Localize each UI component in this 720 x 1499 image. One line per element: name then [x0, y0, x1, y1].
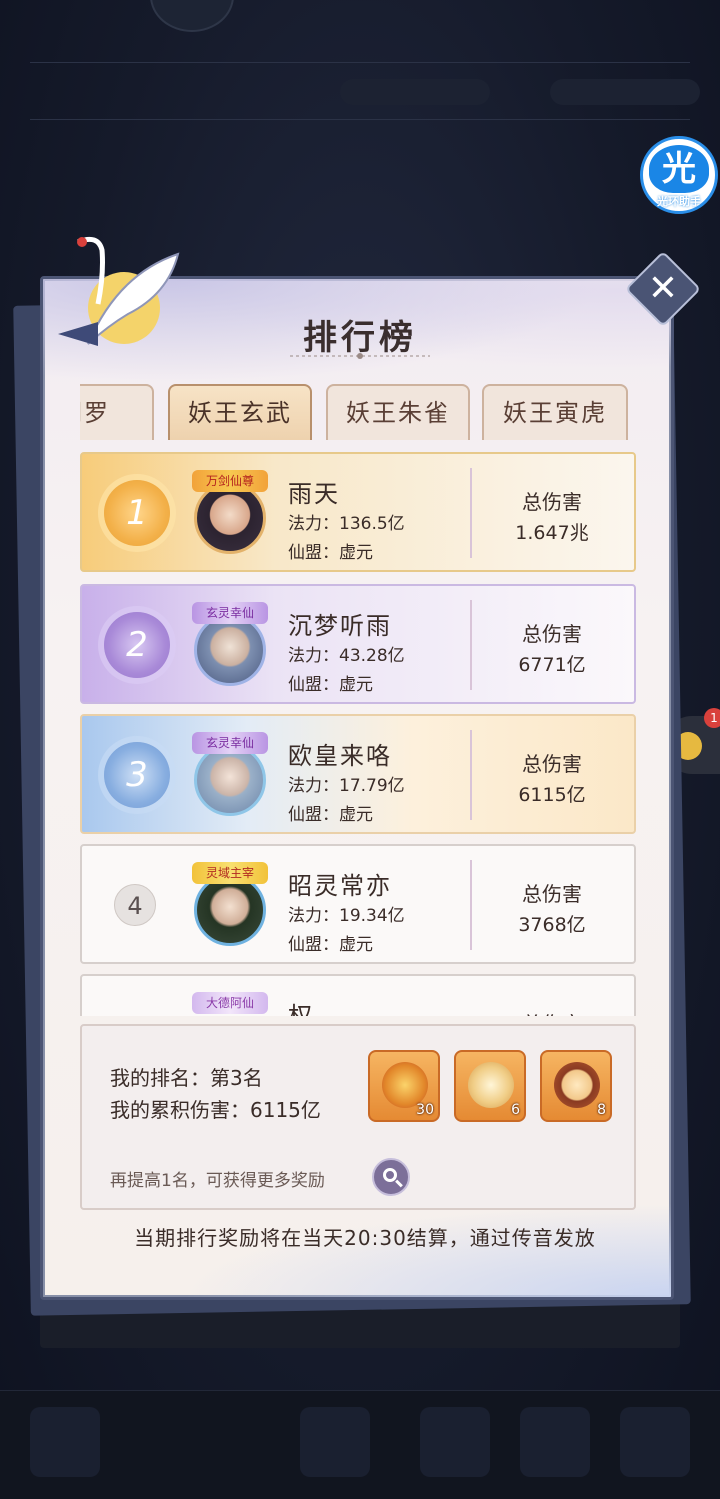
background-bottom-bar [0, 1390, 720, 1499]
row-divider [470, 468, 472, 558]
reward-item-1[interactable]: 30 [368, 1050, 440, 1122]
player-name: 昭灵常亦 [288, 872, 392, 900]
damage-label: 总伤害 [522, 622, 582, 646]
player-name: 沉梦听雨 [288, 612, 392, 640]
rank-medal-bronze: 3 [104, 742, 170, 808]
reward-item-2[interactable]: 6 [454, 1050, 526, 1122]
player-guild: 仙盟：虚元 [288, 805, 373, 825]
helper-label: 光环助手 [657, 195, 701, 208]
settlement-note: 当期排行奖励将在当天20:30结算，通过传音发放 [134, 1226, 596, 1250]
my-damage-text: 我的累积伤害：6115亿 [110, 1098, 321, 1122]
player-name: 欧皇来咯 [288, 742, 392, 770]
player-guild: 仙盟：虚元 [288, 543, 373, 563]
background-resource-pill [340, 79, 490, 105]
damage-value: 6771亿 [518, 654, 586, 676]
reward-item-3[interactable]: 8 [540, 1050, 612, 1122]
damage-label: 总伤害 [522, 752, 582, 776]
player-power: 法力：43.28亿 [288, 646, 405, 666]
tab-yinhu[interactable]: 妖王寅虎 [482, 384, 628, 440]
tab-yanluo[interactable]: 阎罗 [80, 384, 154, 440]
search-icon [383, 1168, 397, 1182]
player-name: 权 [288, 1002, 314, 1016]
rank-medal-gold: 1 [104, 480, 170, 546]
title-badge: 玄灵幸仙 [192, 602, 268, 624]
player-avatar[interactable]: 万剑仙尊 [192, 464, 268, 560]
helper-floating-button[interactable]: 光 光环助手 [640, 136, 718, 214]
reward-count: 6 [511, 1102, 520, 1118]
rank-number: 4 [114, 884, 156, 926]
avatar-portrait [194, 744, 266, 816]
player-avatar[interactable]: 玄灵幸仙 [192, 726, 268, 822]
player-power: 法力：19.34亿 [288, 906, 405, 926]
damage-label: 总伤害 [522, 490, 582, 514]
player-avatar[interactable]: 玄灵幸仙 [192, 596, 268, 692]
jade-scroll-icon [468, 1062, 514, 1108]
player-avatar[interactable]: 灵域主宰 [192, 856, 268, 952]
avatar-portrait [194, 482, 266, 554]
ranking-row-5[interactable]: 大德阿仙 权 总伤害 [80, 974, 636, 1016]
ranking-row-1[interactable]: 1 万剑仙尊 雨天 法力：136.5亿 仙盟：虚元 总伤害 1.647兆 [80, 452, 636, 572]
helper-icon: 光 [649, 145, 709, 193]
ranking-row-4[interactable]: 4 灵域主宰 昭灵常亦 法力：19.34亿 仙盟：虚元 总伤害 3768亿 [80, 844, 636, 964]
rank-medal-silver: 2 [104, 612, 170, 678]
avatar-portrait [194, 874, 266, 946]
player-name: 雨天 [288, 480, 340, 508]
player-avatar[interactable]: 大德阿仙 [192, 986, 268, 1016]
damage-label: 总伤害 [482, 1008, 622, 1016]
rank-up-tip: 再提高1名，可获得更多奖励 [110, 1171, 325, 1191]
title-badge: 万剑仙尊 [192, 470, 268, 492]
damage-value: 6115亿 [518, 784, 586, 806]
avatar-portrait [194, 614, 266, 686]
mirror-artifact-icon [554, 1062, 600, 1108]
row-divider [470, 600, 472, 690]
background-titlebar [30, 62, 700, 120]
boss-tabs: 阎罗 妖王玄武 妖王朱雀 妖王寅虎 [80, 384, 640, 440]
player-power: 法力：136.5亿 [288, 514, 405, 534]
background-menu-icon [620, 1407, 690, 1477]
ranking-row-3[interactable]: 3 玄灵幸仙 欧皇来咯 法力：17.79亿 仙盟：虚元 总伤害 6115亿 [80, 714, 636, 834]
title-ornament-icon [290, 353, 430, 359]
background-menu-icon [300, 1407, 370, 1477]
background-menu-icon [420, 1407, 490, 1477]
notification-count: 1 [704, 708, 720, 728]
title-badge: 大德阿仙 [192, 992, 268, 1014]
background-banner [180, 152, 540, 198]
reward-count: 8 [597, 1102, 606, 1118]
background-menu-icon [520, 1407, 590, 1477]
row-divider [470, 860, 472, 950]
background-avatar [150, 0, 234, 32]
ranking-list[interactable]: 1 万剑仙尊 雨天 法力：136.5亿 仙盟：虚元 总伤害 1.647兆 2 玄… [80, 452, 636, 1016]
damage-value: 3768亿 [518, 914, 586, 936]
player-guild: 仙盟：虚元 [288, 935, 373, 955]
tab-zhuque[interactable]: 妖王朱雀 [326, 384, 470, 440]
ranking-row-2[interactable]: 2 玄灵幸仙 沉梦听雨 法力：43.28亿 仙盟：虚元 总伤害 6771亿 [80, 584, 636, 704]
reward-count: 30 [416, 1102, 434, 1118]
damage-value: 1.647兆 [515, 522, 589, 544]
background-back-icon [30, 1407, 100, 1477]
player-guild: 仙盟：虚元 [288, 675, 373, 695]
damage-label: 总伤害 [522, 882, 582, 906]
tab-xuanwu[interactable]: 妖王玄武 [168, 384, 312, 440]
player-power: 法力：17.79亿 [288, 776, 405, 796]
title-badge: 玄灵幸仙 [192, 732, 268, 754]
reward-preview-button[interactable] [372, 1158, 410, 1196]
title-badge: 灵域主宰 [192, 862, 268, 884]
background-resource-pill [550, 79, 700, 105]
my-rank-box: 我的排名：第3名 我的累积伤害：6115亿 再提高1名，可获得更多奖励 30 6… [80, 1024, 636, 1210]
my-rank-text: 我的排名：第3名 [110, 1066, 263, 1090]
close-icon: ✕ [647, 268, 679, 309]
row-divider [470, 730, 472, 820]
